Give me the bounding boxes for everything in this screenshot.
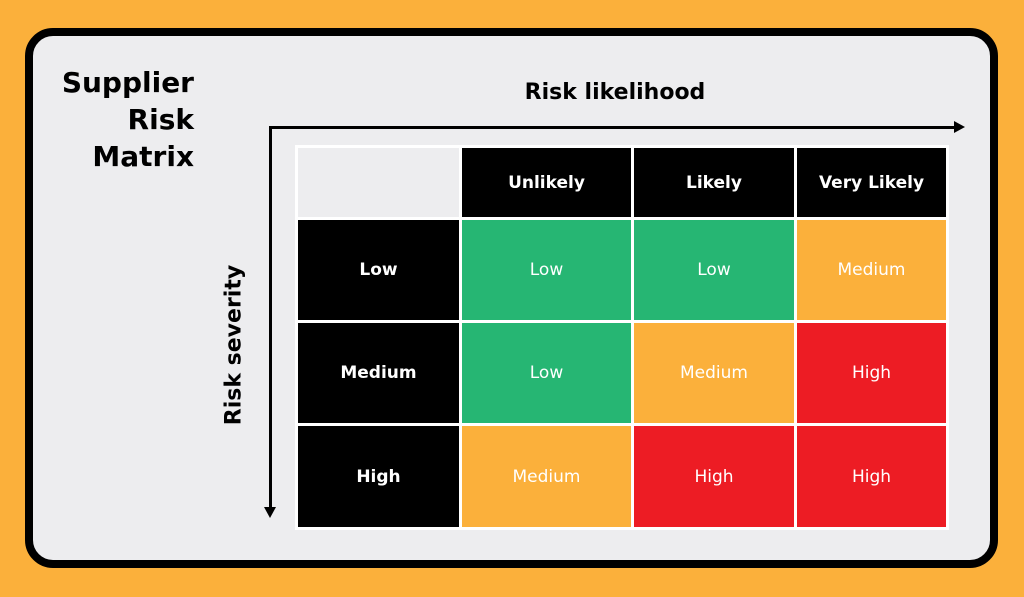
y-axis-label: Risk severity (221, 264, 247, 426)
title-line: Risk (127, 103, 194, 136)
page-title: Supplier Risk Matrix (40, 64, 194, 175)
row-header: High (298, 426, 459, 527)
arrow-right-icon (954, 121, 965, 133)
x-axis-label: Risk likelihood (524, 80, 706, 105)
column-header: Likely (634, 148, 794, 217)
risk-cell: High (797, 426, 946, 527)
title-line: Supplier (61, 66, 194, 99)
x-axis-line (270, 126, 956, 129)
row-header: Low (298, 220, 459, 320)
risk-cell: Low (462, 220, 631, 320)
risk-cell: High (634, 426, 794, 527)
arrow-down-icon (264, 507, 276, 518)
risk-cell: Medium (462, 426, 631, 527)
row-header: Medium (298, 323, 459, 423)
risk-cell: Medium (797, 220, 946, 320)
risk-cell: Low (462, 323, 631, 423)
risk-matrix: Unlikely Likely Very Likely Low Low Low … (295, 145, 949, 530)
column-header: Unlikely (462, 148, 631, 217)
risk-cell: High (797, 323, 946, 423)
y-axis-line (269, 126, 272, 510)
column-header: Very Likely (797, 148, 946, 217)
corner-cell (298, 148, 459, 217)
risk-cell: Medium (634, 323, 794, 423)
risk-cell: Low (634, 220, 794, 320)
title-line: Matrix (92, 140, 194, 173)
